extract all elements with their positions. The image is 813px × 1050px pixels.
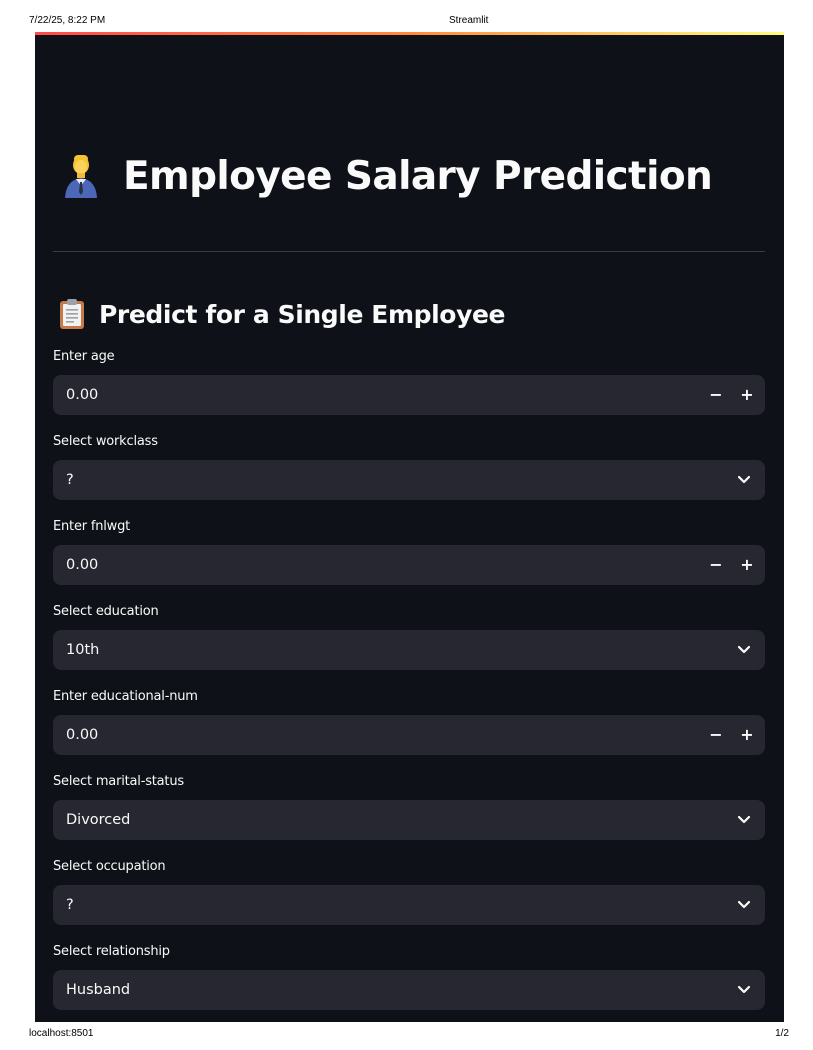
- fnlwgt-field: Enter fnlwgt 0.00 − +: [53, 519, 765, 585]
- education-selected-value[interactable]: 10th: [66, 630, 99, 670]
- print-footer: localhost:8501 1/2: [0, 1024, 813, 1050]
- occupation-selected-value[interactable]: ?: [66, 885, 74, 925]
- educational-num-label: Enter educational-num: [53, 689, 198, 704]
- educational-num-increment-button[interactable]: +: [731, 715, 763, 755]
- fnlwgt-label: Enter fnlwgt: [53, 519, 131, 534]
- print-header: 7/22/25, 8:22 PM Streamlit: [0, 0, 813, 32]
- educational-num-number-input[interactable]: 0.00 − +: [53, 715, 765, 755]
- chevron-down-icon[interactable]: [737, 814, 751, 826]
- occupation-select[interactable]: ?: [53, 885, 765, 925]
- occupation-label: Select occupation: [53, 859, 166, 874]
- occupation-field: Select occupation ?: [53, 859, 765, 925]
- relationship-selected-value[interactable]: Husband: [66, 970, 130, 1010]
- section-title: Predict for a Single Employee: [99, 299, 506, 329]
- relationship-field: Select relationship Husband: [53, 944, 765, 1010]
- marital-status-field: Select marital-status Divorced: [53, 774, 765, 840]
- educational-num-input-value[interactable]: 0.00: [66, 715, 98, 755]
- fnlwgt-number-input[interactable]: 0.00 − +: [53, 545, 765, 585]
- workclass-field: Select workclass ?: [53, 434, 765, 500]
- marital-status-selected-value[interactable]: Divorced: [66, 800, 130, 840]
- marital-status-label: Select marital-status: [53, 774, 184, 789]
- education-select[interactable]: 10th: [53, 630, 765, 670]
- age-input-value[interactable]: 0.00: [66, 375, 98, 415]
- chevron-down-icon[interactable]: [737, 899, 751, 911]
- marital-status-select[interactable]: Divorced: [53, 800, 765, 840]
- office-worker-icon: [65, 155, 97, 198]
- fnlwgt-increment-button[interactable]: +: [731, 545, 763, 585]
- relationship-select[interactable]: Husband: [53, 970, 765, 1010]
- divider: [53, 251, 765, 252]
- print-url: localhost:8501: [29, 1028, 94, 1039]
- fnlwgt-input-value[interactable]: 0.00: [66, 545, 98, 585]
- streamlit-app: Employee Salary Prediction Predict for a…: [35, 32, 784, 1022]
- relationship-label: Select relationship: [53, 944, 170, 959]
- clipboard-icon: [60, 299, 84, 329]
- chevron-down-icon[interactable]: [737, 644, 751, 656]
- print-page-number: 1/2: [775, 1028, 789, 1039]
- educational-num-decrement-button[interactable]: −: [700, 715, 732, 755]
- age-label: Enter age: [53, 349, 115, 364]
- age-increment-button[interactable]: +: [731, 375, 763, 415]
- age-field: Enter age 0.00 − +: [53, 349, 765, 415]
- fnlwgt-decrement-button[interactable]: −: [700, 545, 732, 585]
- chevron-down-icon[interactable]: [737, 984, 751, 996]
- education-field: Select education 10th: [53, 604, 765, 670]
- workclass-selected-value[interactable]: ?: [66, 460, 74, 500]
- print-date: 7/22/25, 8:22 PM: [29, 15, 106, 26]
- section-row: Predict for a Single Employee: [59, 296, 505, 332]
- print-title: Streamlit: [449, 15, 489, 26]
- workclass-label: Select workclass: [53, 434, 158, 449]
- decoration-bar: [35, 32, 784, 35]
- education-label: Select education: [53, 604, 159, 619]
- age-decrement-button[interactable]: −: [700, 375, 732, 415]
- educational-num-field: Enter educational-num 0.00 − +: [53, 689, 765, 755]
- workclass-select[interactable]: ?: [53, 460, 765, 500]
- page-title: Employee Salary Prediction: [123, 153, 713, 199]
- chevron-down-icon[interactable]: [737, 474, 751, 486]
- title-row: Employee Salary Prediction: [61, 150, 713, 202]
- age-number-input[interactable]: 0.00 − +: [53, 375, 765, 415]
